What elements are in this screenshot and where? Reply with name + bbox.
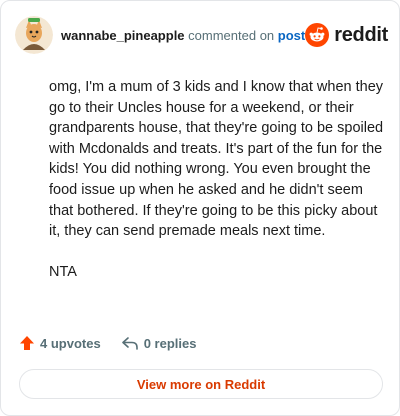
comment-paragraph: NTA [49, 264, 77, 281]
byline: wannabe_pineapple commented on post [61, 28, 305, 43]
upvote-stat[interactable]: 4 upvotes [19, 335, 101, 351]
comment-embed-card: wannabe_pineapple commented on post redd… [0, 0, 400, 416]
avatar-image-icon [15, 16, 53, 54]
reply-count: 0 replies [143, 335, 197, 351]
user-avatar[interactable] [15, 16, 53, 54]
reddit-wordmark: reddit [334, 23, 389, 46]
comment-footer: 4 upvotes 0 replies [19, 335, 216, 351]
upvote-arrow-icon [20, 336, 34, 350]
reddit-logo-icon [305, 23, 330, 47]
post-link[interactable]: post [278, 28, 305, 43]
upvote-count: 4 upvotes [40, 335, 101, 351]
comment-header: wannabe_pineapple commented on post redd… [15, 15, 388, 55]
username-link[interactable]: wannabe_pineapple [61, 28, 185, 43]
view-more-button[interactable]: View more on Reddit [19, 369, 383, 399]
comment-body: omg, I'm a mum of 3 kids and I know that… [49, 77, 389, 304]
commented-on-text: commented on [188, 27, 275, 43]
comment-paragraph: omg, I'm a mum of 3 kids and I know that… [49, 79, 384, 240]
reply-stat[interactable]: 0 replies [121, 335, 197, 351]
reddit-brand-link[interactable]: reddit [305, 23, 388, 47]
reply-arrow-icon [121, 337, 138, 350]
